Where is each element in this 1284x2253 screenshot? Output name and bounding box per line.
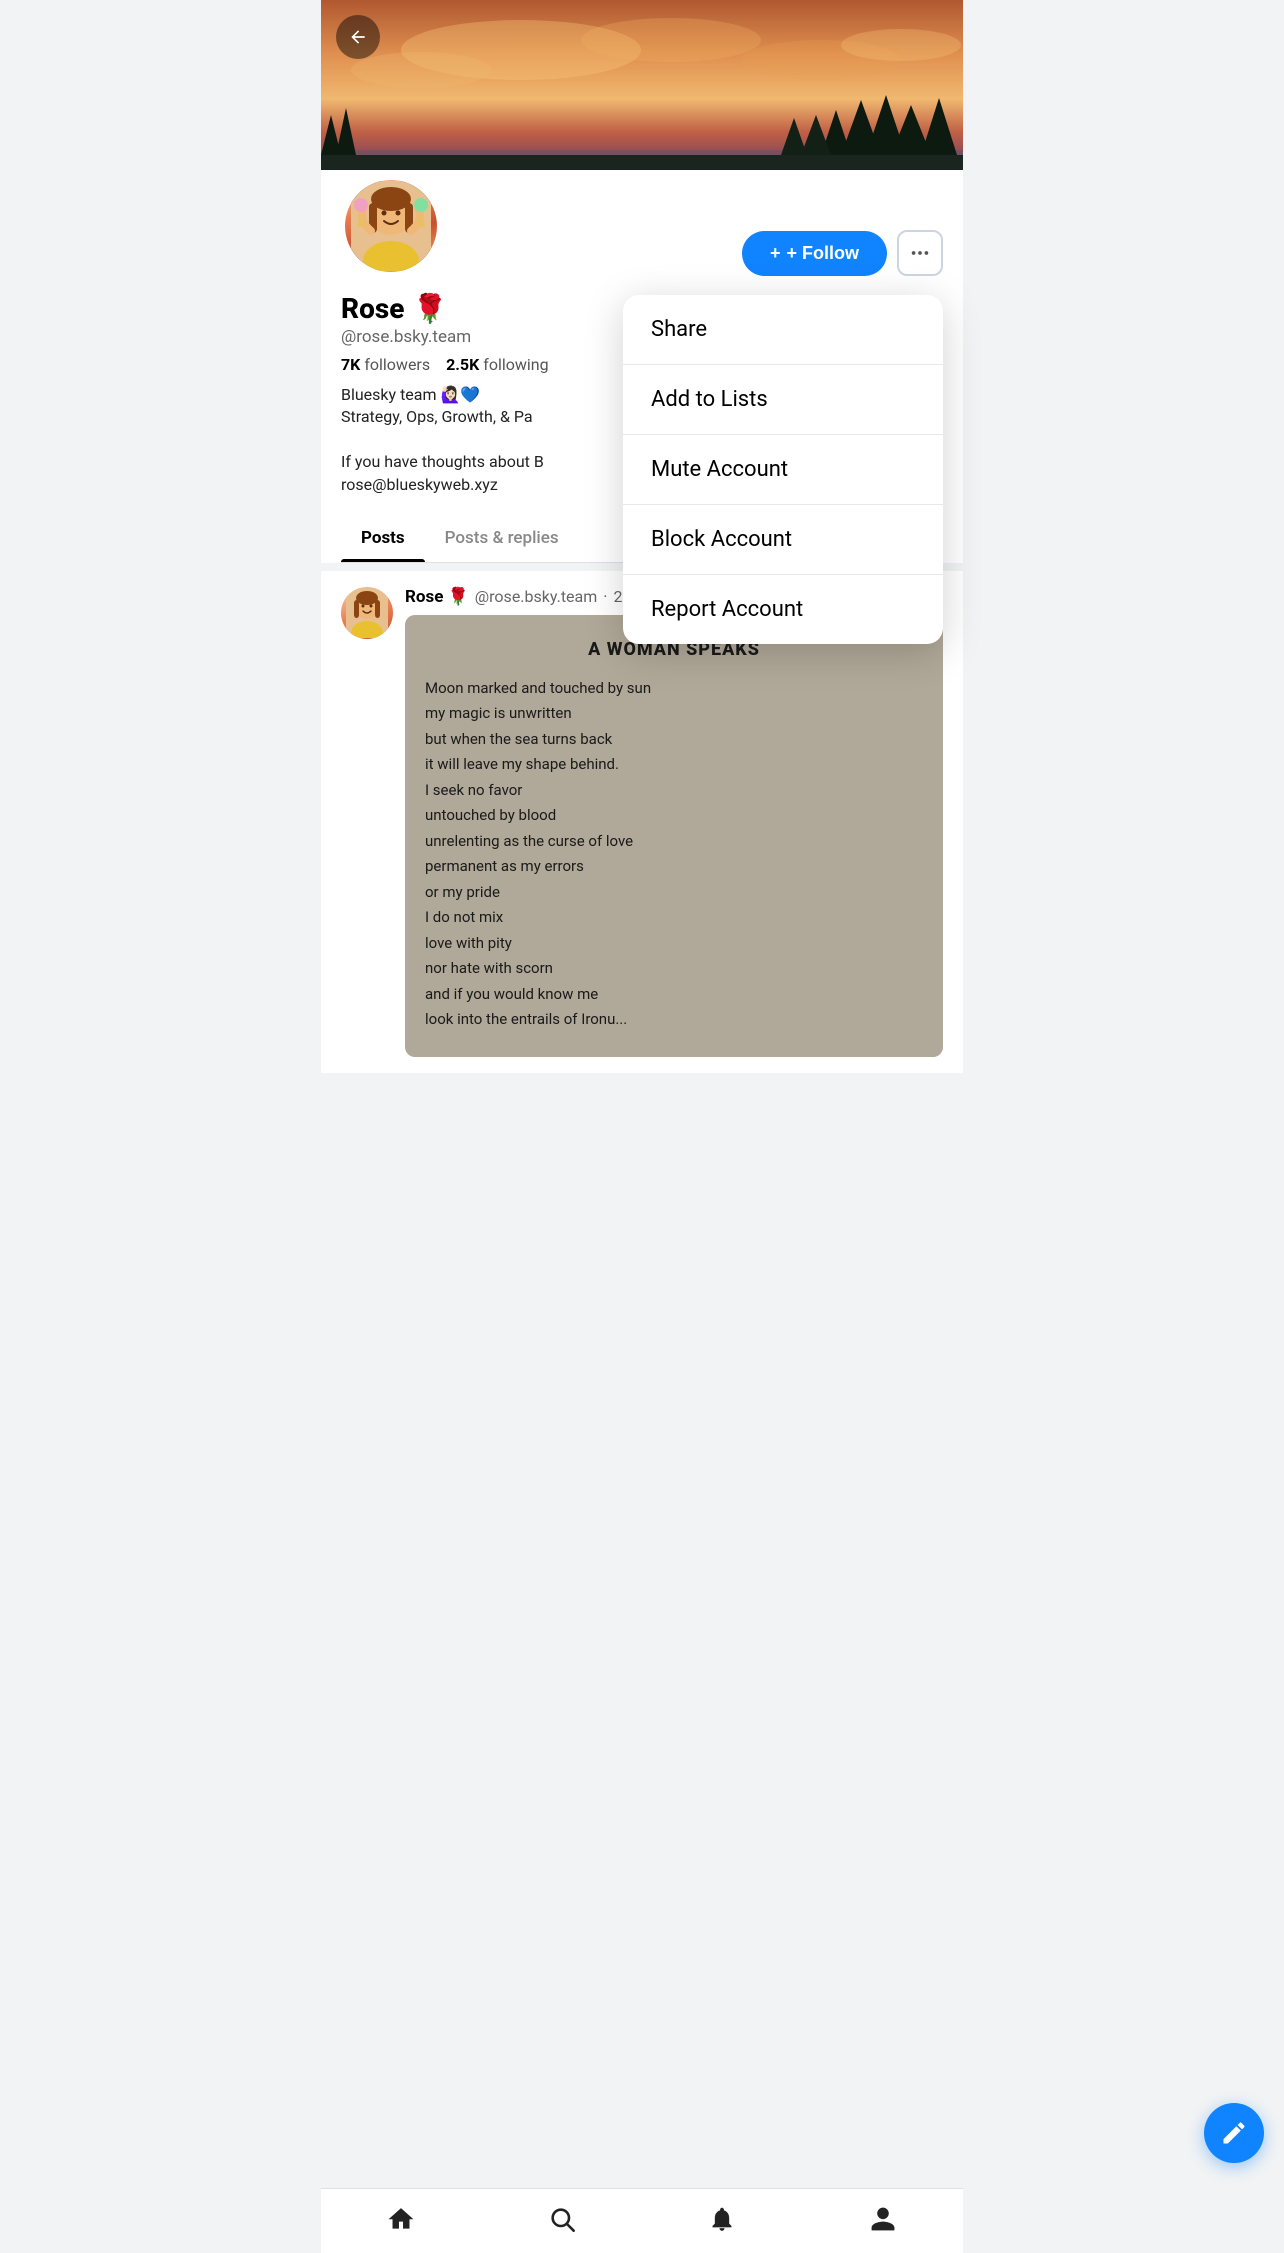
poem-line-13: look into the entrails of Ironu... <box>425 1007 923 1033</box>
profile-name-emoji: 🌹 <box>412 292 447 325</box>
back-button[interactable] <box>336 15 380 59</box>
followers-label: followers <box>364 355 430 374</box>
home-icon <box>387 2205 415 2233</box>
dropdown-item-share[interactable]: Share <box>623 295 943 364</box>
avatar-row: + + Follow <box>341 170 943 288</box>
avatar-illustration <box>351 181 431 271</box>
followers-count: 7K <box>341 355 360 374</box>
tab-posts-replies[interactable]: Posts & replies <box>425 514 579 562</box>
poem-line-4: I seek no favor <box>425 778 923 804</box>
poem-line-0: Moon marked and touched by sun <box>425 676 923 702</box>
following-count: 2.5K <box>446 355 479 374</box>
compose-fab[interactable] <box>1204 2103 1264 2163</box>
poem-line-2: but when the sea turns back <box>425 727 923 753</box>
back-arrow-icon <box>348 27 368 47</box>
poem-line-7: permanent as my errors <box>425 854 923 880</box>
bottom-spacer <box>321 1081 963 1161</box>
poem-line-6: unrelenting as the curse of love <box>425 829 923 855</box>
following-stat[interactable]: 2.5K following <box>446 355 548 374</box>
compose-icon <box>1220 2119 1248 2147</box>
more-dots-icon <box>909 242 931 264</box>
mute-account-label: Mute Account <box>651 457 788 482</box>
add-to-lists-label: Add to Lists <box>651 387 768 412</box>
poem-line-3: it will leave my shape behind. <box>425 752 923 778</box>
dropdown-item-block[interactable]: Block Account <box>623 505 943 574</box>
nav-search[interactable] <box>532 2201 592 2237</box>
share-label: Share <box>651 317 707 342</box>
dropdown-menu: Share Add to Lists Mute Account Block Ac… <box>623 295 943 644</box>
poem-line-10: love with pity <box>425 931 923 957</box>
avatar <box>341 176 441 276</box>
followers-stat[interactable]: 7K followers <box>341 355 430 374</box>
following-label: following <box>483 355 548 374</box>
post-image-poem: Moon marked and touched by sun my magic … <box>425 676 923 1033</box>
dropdown-item-add-to-lists[interactable]: Add to Lists <box>623 365 943 434</box>
search-icon <box>548 2205 576 2233</box>
poem-line-8: or my pride <box>425 880 923 906</box>
bottom-nav <box>321 2188 963 2253</box>
post-time-separator: · <box>603 587 607 606</box>
action-buttons: + + Follow <box>742 170 943 276</box>
block-account-label: Block Account <box>651 527 792 552</box>
nav-notifications[interactable] <box>692 2201 752 2237</box>
post-author-handle: @rose.bsky.team <box>475 587 597 606</box>
follow-plus-icon: + <box>770 243 781 264</box>
more-options-button[interactable] <box>897 230 943 276</box>
nav-home[interactable] <box>371 2201 431 2237</box>
nav-profile[interactable] <box>853 2201 913 2237</box>
follow-button[interactable]: + + Follow <box>742 231 887 276</box>
poem-line-5: untouched by blood <box>425 803 923 829</box>
post-avatar-illustration <box>346 588 388 638</box>
bell-icon <box>708 2205 736 2233</box>
post-avatar-image <box>341 587 393 639</box>
tab-posts[interactable]: Posts <box>341 514 425 562</box>
avatar-image <box>345 180 437 272</box>
tab-posts-label: Posts <box>361 528 405 548</box>
post-author-name: Rose 🌹 <box>405 587 469 607</box>
poem-line-11: nor hate with scorn <box>425 956 923 982</box>
report-account-label: Report Account <box>651 597 803 622</box>
tab-posts-replies-label: Posts & replies <box>445 528 559 548</box>
profile-icon <box>869 2205 897 2233</box>
profile-name-text: Rose <box>341 292 404 325</box>
poem-line-9: I do not mix <box>425 905 923 931</box>
post-card: Rose 🌹 @rose.bsky.team · 2h A WOMAN SPEA… <box>321 571 963 1073</box>
follow-label: + Follow <box>786 243 859 264</box>
post-image-card: A WOMAN SPEAKS Moon marked and touched b… <box>405 615 943 1057</box>
post-content: Rose 🌹 @rose.bsky.team · 2h A WOMAN SPEA… <box>405 587 943 1057</box>
poem-line-12: and if you would know me <box>425 982 923 1008</box>
post-author-avatar <box>341 587 393 639</box>
poem-line-1: my magic is unwritten <box>425 701 923 727</box>
dropdown-item-report[interactable]: Report Account <box>623 575 943 644</box>
dropdown-item-mute[interactable]: Mute Account <box>623 435 943 504</box>
